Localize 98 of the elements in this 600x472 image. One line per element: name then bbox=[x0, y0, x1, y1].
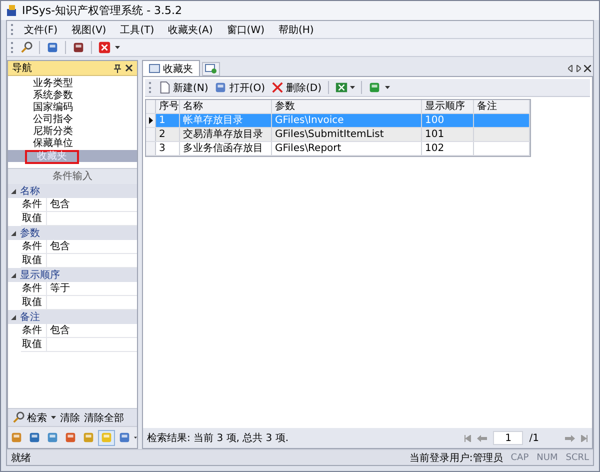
group-header[interactable]: 显示顺序 bbox=[8, 268, 137, 282]
menu-item[interactable]: 文件(F) bbox=[18, 22, 64, 38]
group-title: 参数 bbox=[20, 226, 40, 240]
field-label: 条件 bbox=[21, 324, 47, 337]
scroll-left-icon[interactable] bbox=[568, 64, 573, 72]
scroll-right-icon[interactable] bbox=[576, 64, 581, 72]
field-value[interactable]: 包含 bbox=[47, 198, 70, 211]
toolbar-button[interactable]: 打开(O) bbox=[212, 80, 267, 96]
table-cell: 3 bbox=[156, 142, 180, 155]
group-header[interactable]: 备注 bbox=[8, 310, 137, 324]
column-header[interactable]: 备注 bbox=[474, 100, 530, 113]
clear-button[interactable]: 清除 bbox=[60, 410, 80, 424]
result-summary: 检索结果: 当前 3 项, 总共 3 项. bbox=[147, 432, 290, 445]
window-title: IPSys-知识产权管理系统 - 3.5.2 bbox=[22, 3, 182, 18]
delete-icon bbox=[270, 81, 284, 94]
search-icon bbox=[12, 411, 25, 424]
new-tab-icon bbox=[205, 64, 217, 74]
field-label: 条件 bbox=[21, 198, 47, 211]
close-icon[interactable] bbox=[584, 64, 591, 72]
menu-item[interactable]: 窗口(W) bbox=[220, 22, 270, 38]
menu-item[interactable]: 工具(T) bbox=[114, 22, 160, 38]
tab[interactable]: 收藏夹 bbox=[142, 60, 200, 76]
column-header[interactable]: 显示顺序 bbox=[422, 100, 474, 113]
table-cell: 帐单存放目录 bbox=[180, 114, 272, 127]
field-label: 条件 bbox=[21, 282, 47, 295]
table-cell: 2 bbox=[156, 128, 180, 141]
caret-icon bbox=[51, 416, 56, 420]
table-cell: 1 bbox=[156, 114, 180, 127]
field-value[interactable]: 包含 bbox=[47, 324, 70, 337]
table-cell: 多业务信函存放目 bbox=[180, 142, 272, 155]
last-page-icon[interactable] bbox=[581, 434, 588, 442]
field-value[interactable]: 等于 bbox=[47, 282, 70, 295]
caret-icon bbox=[384, 86, 390, 90]
search-button[interactable]: 检索 bbox=[12, 410, 47, 424]
group-title: 名称 bbox=[20, 185, 40, 198]
search-icon bbox=[20, 41, 33, 54]
pin-icon[interactable] bbox=[114, 64, 121, 72]
caret-icon bbox=[350, 86, 354, 90]
field-label: 取值 bbox=[21, 338, 47, 351]
previous-page-icon[interactable] bbox=[477, 434, 488, 442]
table-cell: 交易清单存放目录 bbox=[180, 128, 272, 141]
field-value[interactable]: 包含 bbox=[47, 240, 70, 253]
expander-icon[interactable] bbox=[11, 230, 16, 236]
table-cell: GFiles\Report bbox=[272, 142, 422, 155]
toolbar-button[interactable] bbox=[96, 40, 113, 56]
nav-item[interactable]: 业务类型 bbox=[8, 78, 137, 90]
app-icon bbox=[6, 4, 18, 17]
column-header[interactable]: 名称 bbox=[180, 100, 272, 113]
field-label: 取值 bbox=[21, 296, 47, 309]
table-cell: 100 bbox=[422, 114, 474, 127]
pane-title: 导航 bbox=[12, 62, 33, 75]
table-cell: GFiles\SubmitItemList bbox=[272, 128, 422, 141]
caret-icon bbox=[134, 436, 137, 440]
page-icon bbox=[158, 81, 171, 94]
new-tab-button[interactable] bbox=[202, 62, 220, 76]
close-icon[interactable] bbox=[125, 64, 133, 72]
field-label: 取值 bbox=[21, 212, 47, 225]
menu-item[interactable]: 视图(V) bbox=[66, 22, 112, 38]
spreadsheet-icon bbox=[334, 81, 348, 94]
page-field[interactable]: 1 bbox=[493, 431, 524, 445]
nav-item[interactable]: 尼斯分类 bbox=[8, 126, 137, 138]
caret-icon bbox=[115, 46, 120, 50]
group-header[interactable]: 参数 bbox=[8, 226, 137, 240]
field-label: 取值 bbox=[21, 254, 47, 267]
key-indicator: NUM bbox=[536, 452, 558, 462]
table-row[interactable]: 3 多业务信函存放目 GFiles\Report 102 bbox=[146, 142, 530, 156]
first-page-icon[interactable] bbox=[464, 434, 472, 442]
key-indicator: CAP bbox=[510, 452, 529, 462]
nav-item[interactable]: 公司指令 bbox=[8, 114, 137, 126]
column-header[interactable]: 序号 bbox=[156, 100, 180, 113]
key-indicator: SCRL bbox=[566, 452, 589, 462]
field-label: 条件 bbox=[21, 240, 47, 253]
nav-item[interactable]: 国家编码 bbox=[8, 102, 137, 114]
expander-icon[interactable] bbox=[11, 314, 16, 320]
status-text: 就绪 bbox=[11, 452, 32, 464]
expander-icon[interactable] bbox=[11, 272, 16, 278]
current-user: 当前登录用户:管理员 bbox=[409, 452, 503, 464]
row-pointer-icon bbox=[148, 117, 152, 124]
section-header: 条件输入 bbox=[8, 168, 137, 184]
table-cell: 101 bbox=[422, 128, 474, 141]
menu-item[interactable]: 帮助(H) bbox=[272, 22, 320, 38]
group-title: 显示顺序 bbox=[20, 268, 60, 282]
table-row[interactable]: 2 交易清单存放目录 GFiles\SubmitItemList 101 bbox=[146, 128, 530, 142]
page-total: /1 bbox=[529, 432, 539, 444]
clear-all-button[interactable]: 清除全部 bbox=[84, 410, 124, 424]
group-header[interactable]: 名称 bbox=[8, 184, 137, 198]
next-page-icon[interactable] bbox=[565, 434, 575, 442]
toolbar-button[interactable]: 删除(D) bbox=[268, 80, 324, 96]
toolbar-button[interactable]: 新建(N) bbox=[156, 80, 210, 96]
nav-item[interactable]: 系统参数 bbox=[8, 90, 137, 102]
nav-item[interactable]: 保藏单位 bbox=[8, 138, 137, 150]
menu-item[interactable]: 收藏夹(A) bbox=[162, 22, 219, 38]
expander-icon[interactable] bbox=[11, 188, 16, 194]
close-icon bbox=[98, 41, 111, 54]
column-header[interactable]: 参数 bbox=[272, 100, 422, 113]
table-cell: GFiles\Invoice bbox=[272, 114, 422, 127]
group-title: 备注 bbox=[20, 310, 40, 324]
table-cell: 102 bbox=[422, 142, 474, 155]
